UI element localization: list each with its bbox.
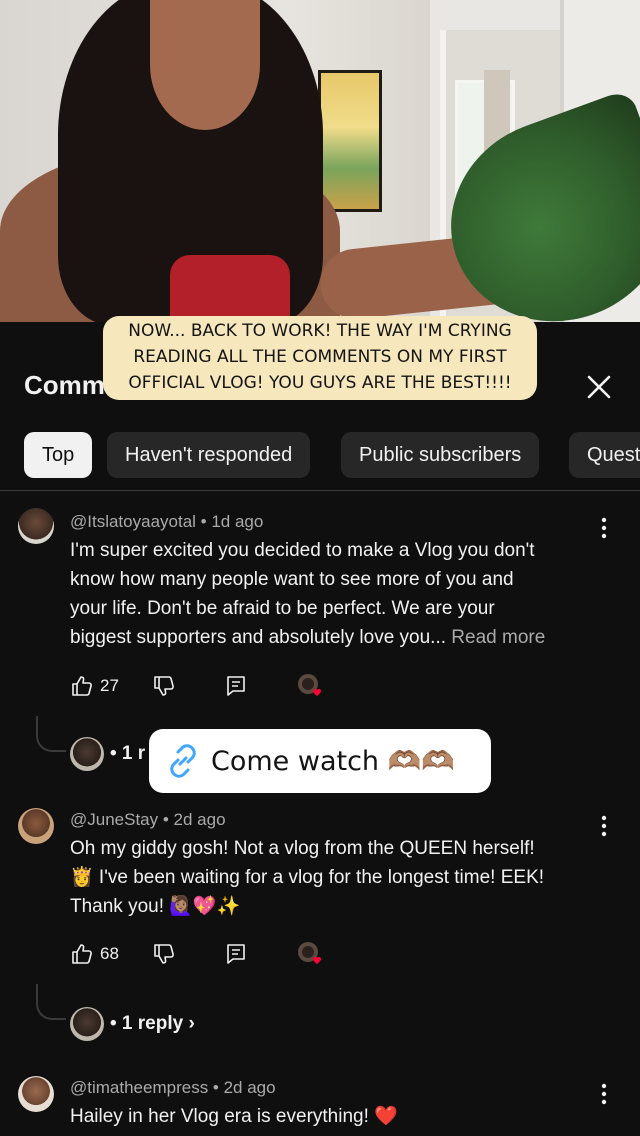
comment-line: 👸 I've been waiting for a vlog for the l… <box>70 867 545 888</box>
comment-meta: @JuneStay • 2d ago <box>70 810 226 829</box>
reply-button[interactable] <box>224 672 248 700</box>
link-icon <box>170 744 196 778</box>
creator-heart-icon[interactable] <box>296 940 326 970</box>
reply-avatar <box>70 1007 104 1041</box>
like-button[interactable]: 27 <box>70 672 119 700</box>
link-popup[interactable]: Come watch 🫶🏽🫶🏽 <box>149 729 491 793</box>
thumbs-down-icon <box>154 944 174 964</box>
caption-line: OFFICIAL VLOG! YOU GUYS ARE THE BEST!!!! <box>128 373 512 393</box>
comment-meta: @timatheempress • 2d ago <box>70 1078 276 1097</box>
link-popup-text: Come watch 🫶🏽🫶🏽 <box>211 746 455 777</box>
video-caption-overlay: NOW... BACK TO WORK! THE WAY I'M CRYING … <box>103 316 537 400</box>
comment-line: know how many people want to see more of… <box>70 569 514 590</box>
comment-line: biggest supporters and absolutely love y… <box>70 627 447 648</box>
comment-line: Oh my giddy gosh! Not a vlog from the QU… <box>70 838 535 859</box>
dislike-button[interactable] <box>152 672 176 700</box>
chip-top[interactable]: Top <box>24 432 93 478</box>
reply-icon <box>227 944 245 964</box>
comment-line: Thank you! 🙋🏽‍♀️💖✨ <box>70 896 241 917</box>
replies-toggle[interactable]: • 1 reply › <box>70 1006 195 1042</box>
chip-public-subscribers[interactable]: Public subscribers <box>341 432 540 478</box>
filter-chips: Top Haven't responded Public subscribers… <box>0 432 640 478</box>
like-button[interactable]: 68 <box>70 940 119 968</box>
close-icon[interactable] <box>582 370 616 404</box>
avatar[interactable] <box>18 508 54 544</box>
like-count: 27 <box>100 676 119 695</box>
caption-line: READING ALL THE COMMENTS ON MY FIRST <box>133 347 507 367</box>
replies-count: • 1 reply › <box>110 1013 195 1034</box>
read-more-link[interactable]: Read more <box>451 627 545 648</box>
thread-connector <box>36 984 66 1020</box>
video-person-top <box>170 255 290 322</box>
replies-toggle[interactable]: • 1 r <box>70 736 145 772</box>
comment-line: Hailey in her Vlog era is everything! ❤️ <box>70 1106 398 1127</box>
comment-body: Oh my giddy gosh! Not a vlog from the QU… <box>70 834 615 921</box>
comment-body: I'm super excited you decided to make a … <box>70 536 615 652</box>
like-count: 68 <box>100 944 119 963</box>
chip-questions[interactable]: Quest <box>569 432 640 478</box>
reply-button[interactable] <box>224 940 248 968</box>
video-player[interactable] <box>0 0 640 322</box>
creator-heart-icon[interactable] <box>296 672 326 702</box>
sheet-title: Comm <box>24 370 105 400</box>
comment-line: I'm super excited you decided to make a … <box>70 540 535 561</box>
video-person-face <box>150 0 260 130</box>
chip-havent-responded[interactable]: Haven't responded <box>107 432 311 478</box>
comment-actions: 27 <box>70 672 370 702</box>
replies-count: • 1 r <box>110 743 146 764</box>
avatar[interactable] <box>18 1076 54 1112</box>
comment-body: Hailey in her Vlog era is everything! ❤️ <box>70 1102 615 1131</box>
caption-line: NOW... BACK TO WORK! THE WAY I'M CRYING <box>128 321 512 341</box>
comment-line: your life. Don't be afraid to be perfect… <box>70 598 495 619</box>
reply-icon <box>227 676 245 696</box>
comment-meta: @Itslatoyaayotal • 1d ago <box>70 512 264 531</box>
dislike-button[interactable] <box>152 940 176 968</box>
reply-avatar <box>70 737 104 771</box>
thumbs-up-icon <box>72 944 92 964</box>
thread-connector <box>36 716 66 752</box>
chips-divider <box>0 490 640 491</box>
thumbs-down-icon <box>154 676 174 696</box>
comment-actions: 68 <box>70 940 370 970</box>
video-poster <box>318 70 382 212</box>
thumbs-up-icon <box>72 676 92 696</box>
avatar[interactable] <box>18 808 54 844</box>
